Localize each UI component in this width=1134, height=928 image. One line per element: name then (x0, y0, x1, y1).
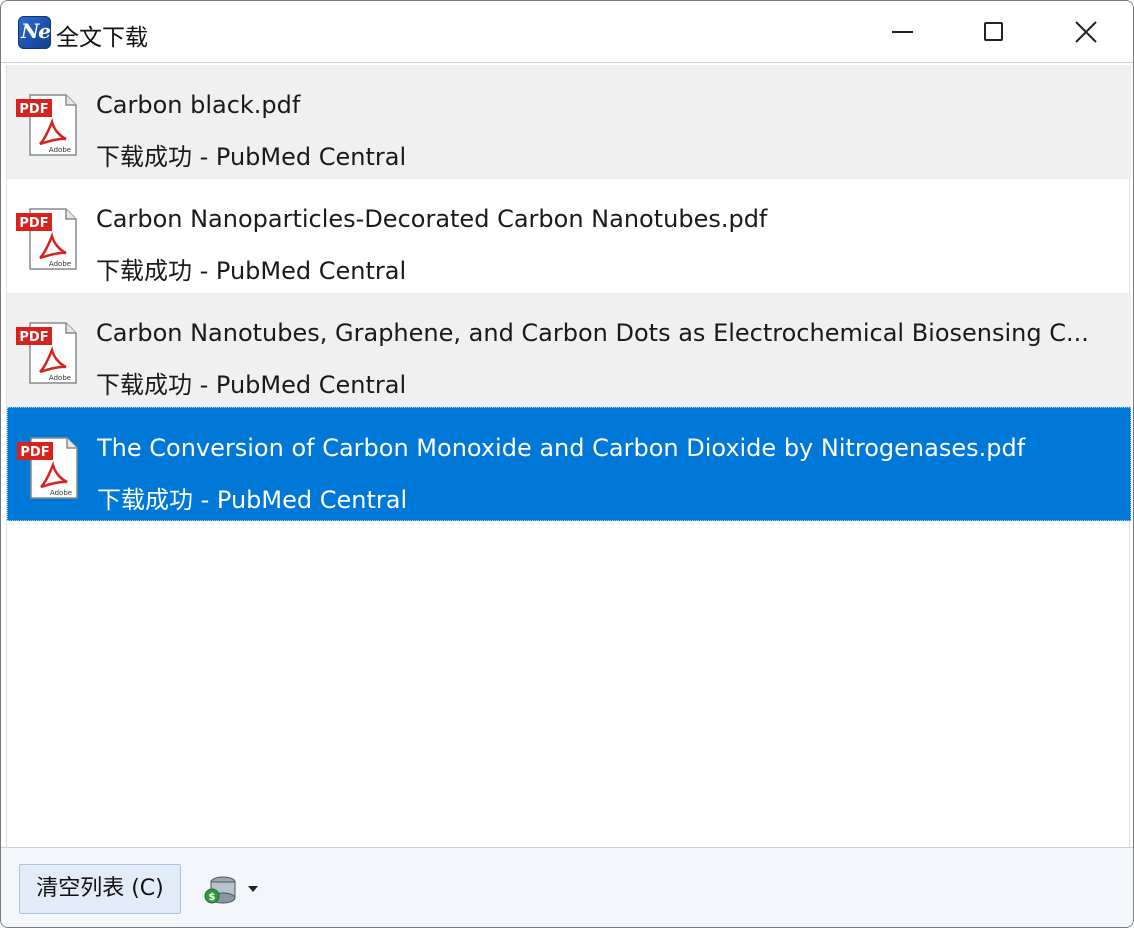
clear-list-button[interactable]: 清空列表 (C) (19, 864, 181, 914)
minimize-button[interactable] (857, 1, 949, 63)
file-name: Carbon Nanoparticles-Decorated Carbon Na… (96, 205, 768, 233)
close-button[interactable] (1040, 1, 1132, 63)
maximize-icon (984, 22, 1003, 41)
svg-text:PDF: PDF (19, 330, 48, 345)
close-icon (1075, 21, 1097, 43)
file-name: The Conversion of Carbon Monoxide and Ca… (97, 434, 1026, 462)
maximize-button[interactable] (948, 1, 1040, 63)
download-status: 下载成功 - PubMed Central (96, 257, 407, 285)
download-window: Ne 全文下载 PDF Adobe Carbon black.pdf 下载成功 … (0, 0, 1134, 928)
svg-text:Adobe: Adobe (50, 489, 72, 497)
download-list[interactable]: PDF Adobe Carbon black.pdf 下载成功 - PubMed… (6, 65, 1131, 847)
app-logo-icon: Ne (18, 16, 51, 49)
pdf-file-icon: PDF Adobe (16, 322, 77, 384)
svg-text:PDF: PDF (19, 102, 48, 117)
file-name: Carbon black.pdf (96, 91, 301, 119)
svg-text:Adobe: Adobe (49, 374, 71, 382)
file-name: Carbon Nanotubes, Graphene, and Carbon D… (96, 319, 1089, 347)
pdf-file-icon: PDF Adobe (16, 208, 77, 270)
svg-text:Adobe: Adobe (49, 260, 71, 268)
svg-text:PDF: PDF (19, 216, 48, 231)
pdf-file-icon: PDF Adobe (16, 94, 77, 156)
chevron-down-icon[interactable] (248, 886, 258, 892)
pdf-file-icon: PDF Adobe (17, 437, 78, 499)
list-item[interactable]: PDF Adobe The Conversion of Carbon Monox… (7, 407, 1131, 521)
minimize-icon (892, 31, 913, 33)
window-title: 全文下载 (56, 25, 148, 51)
list-item[interactable]: PDF Adobe Carbon Nanotubes, Graphene, an… (7, 293, 1131, 407)
svg-text:PDF: PDF (20, 445, 49, 460)
download-status: 下载成功 - PubMed Central (96, 371, 407, 399)
svg-text:$: $ (209, 892, 216, 903)
download-status: 下载成功 - PubMed Central (96, 143, 407, 171)
list-item[interactable]: PDF Adobe Carbon Nanoparticles-Decorated… (7, 179, 1131, 293)
database-settings-icon[interactable]: $ (203, 874, 239, 906)
list-item[interactable]: PDF Adobe Carbon black.pdf 下载成功 - PubMed… (7, 65, 1131, 179)
footer-toolbar: 清空列表 (C) $ (1, 847, 1133, 927)
title-bar[interactable]: Ne 全文下载 (1, 1, 1133, 63)
svg-text:Adobe: Adobe (49, 146, 71, 154)
download-status: 下载成功 - PubMed Central (97, 486, 408, 514)
